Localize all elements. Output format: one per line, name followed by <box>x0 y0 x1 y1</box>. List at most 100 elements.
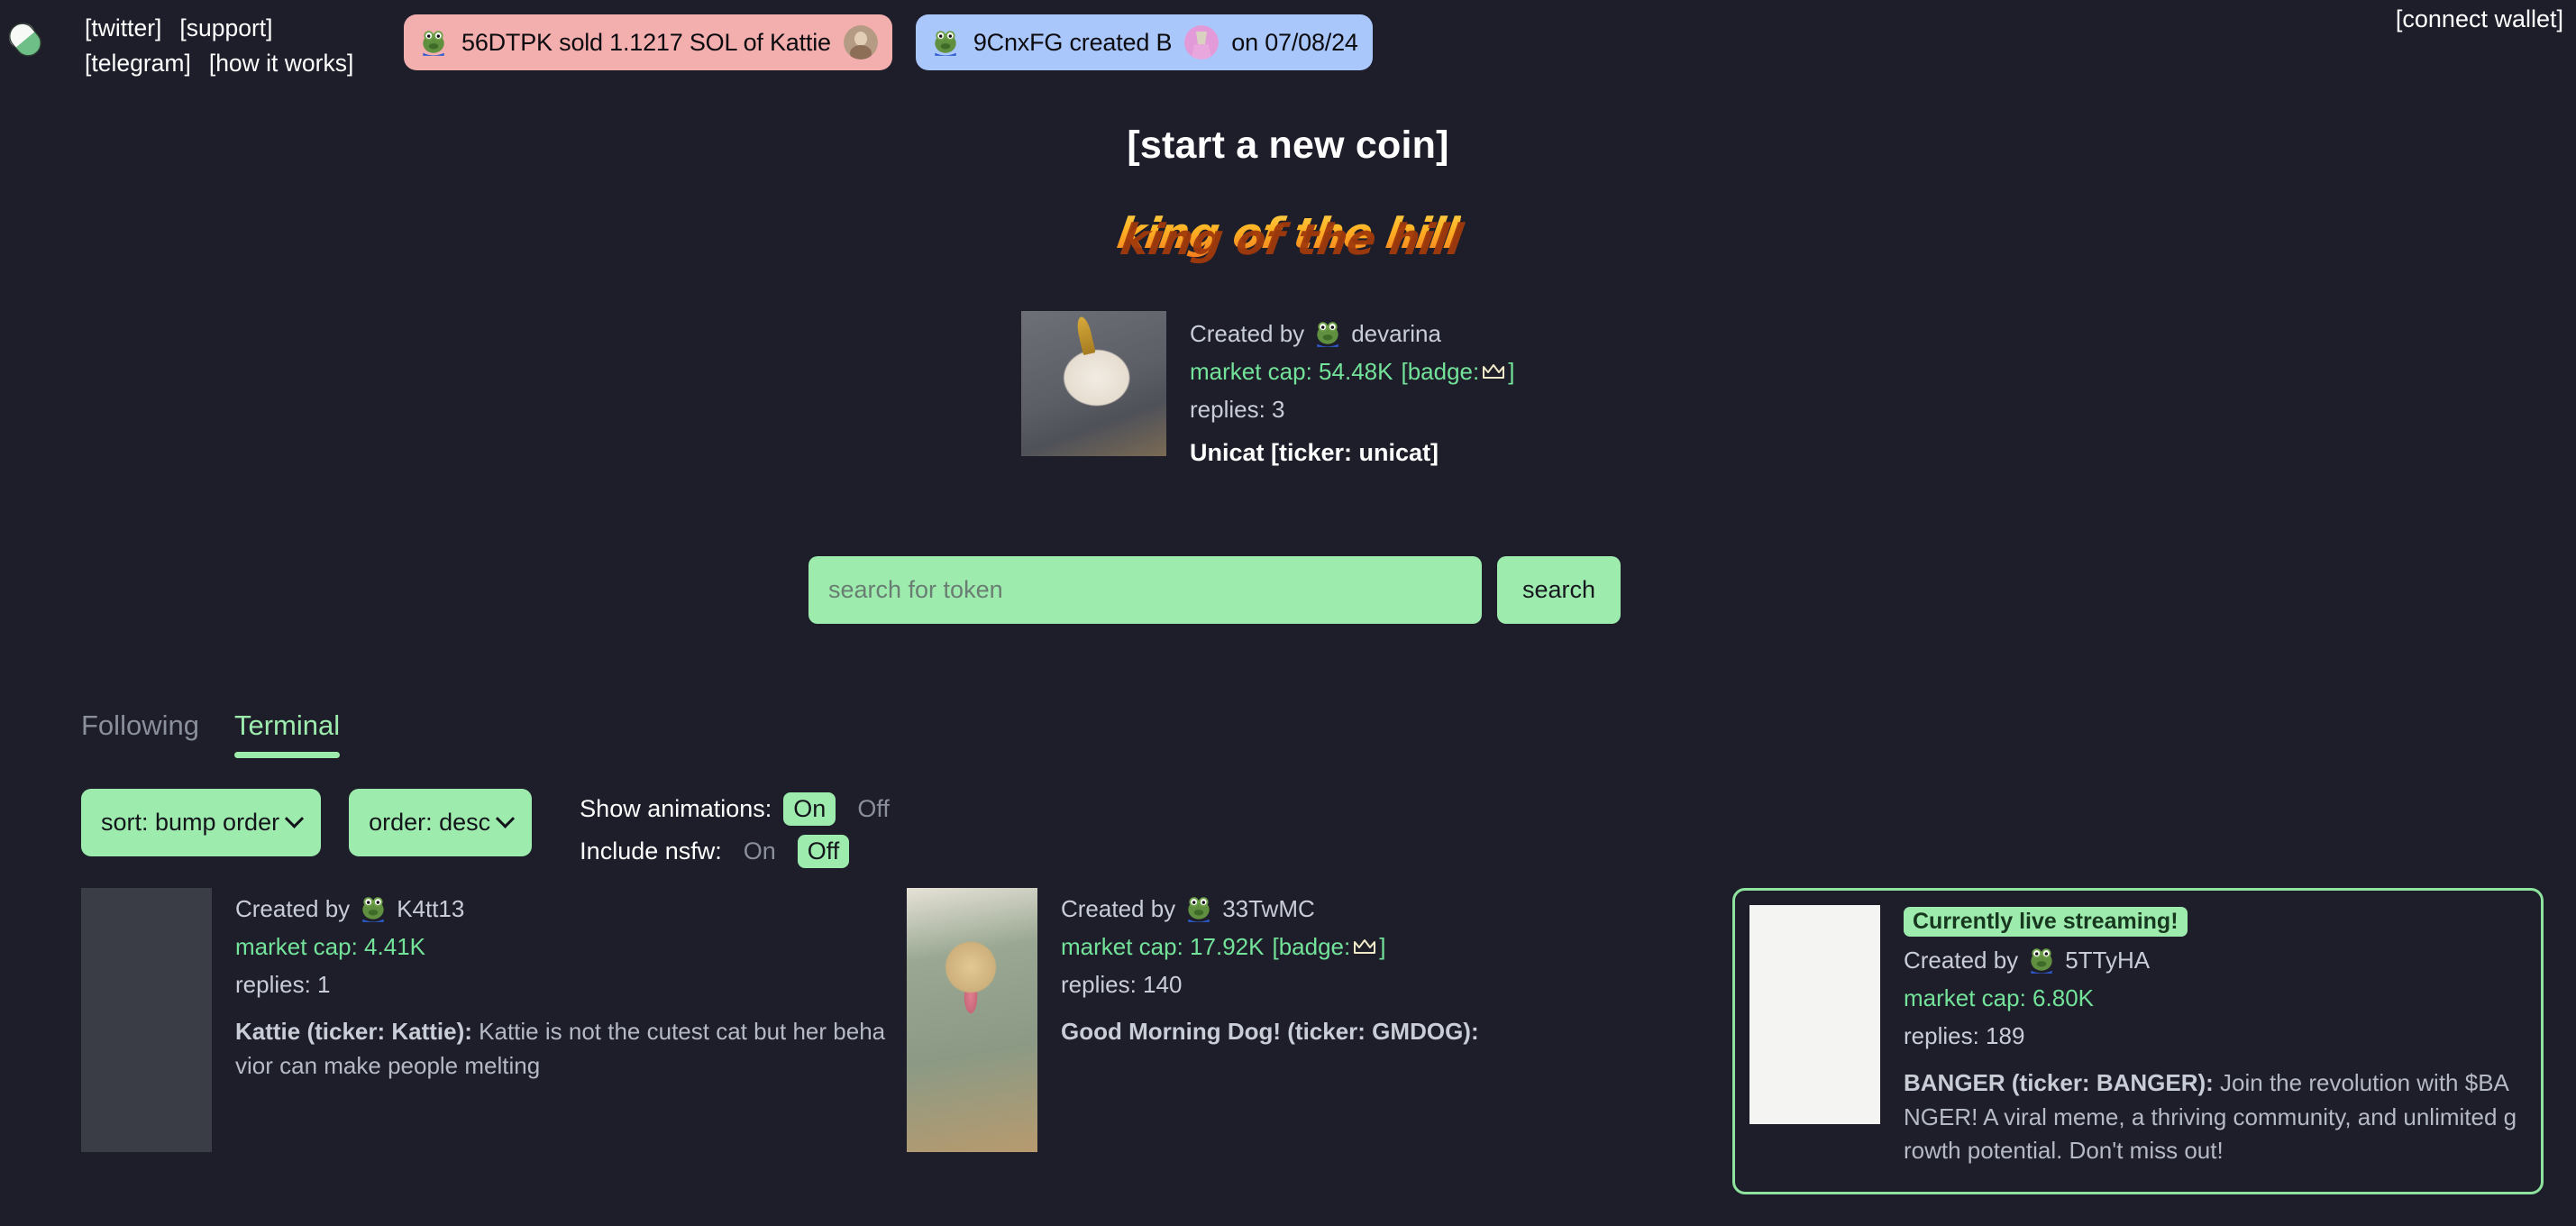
coin-body: Currently live streaming! Created by 5TT… <box>1904 905 2523 1168</box>
koth-badge-close: ] <box>1508 358 1515 386</box>
coin-card[interactable]: Currently live streaming! Created by 5TT… <box>1732 888 2544 1194</box>
live-streaming-badge: Currently live streaming! <box>1904 907 2188 937</box>
coin-thumbnail <box>1749 905 1880 1124</box>
coin-description: Kattie (ticker: Kattie): Kattie is not t… <box>235 1015 892 1083</box>
coin-thumb-icon <box>1184 25 1219 59</box>
top-bar: [twitter] [support] [telegram] [how it w… <box>0 0 2576 79</box>
kitten-photo <box>81 888 212 1152</box>
activity-pill-sold-thumb <box>843 25 878 59</box>
coin-created-by-label: Created by <box>1061 895 1176 922</box>
koth-coin-thumbnail <box>1021 311 1166 456</box>
show-animations-label: Show animations: <box>580 795 772 822</box>
chevron-down-icon <box>284 809 305 828</box>
coin-badge-open: [badge: <box>1272 933 1351 961</box>
king-of-the-hill-card[interactable]: Created by devarina market cap: 54.48K [… <box>1021 311 1514 467</box>
show-animations-off-option[interactable]: Off <box>847 792 900 826</box>
nav-link-telegram[interactable]: [telegram] <box>85 46 191 81</box>
coin-creator-name[interactable]: 33TwMC <box>1222 890 1315 928</box>
include-nsfw-on-option[interactable]: On <box>734 835 786 868</box>
search-input[interactable] <box>808 556 1482 624</box>
order-select-label: order: desc <box>369 809 491 836</box>
coin-created-by-label: Created by <box>235 895 351 922</box>
koth-market-cap-row: market cap: 54.48K [badge: ] <box>1190 352 1514 390</box>
koth-coin-meta: Created by devarina market cap: 54.48K [… <box>1190 311 1514 467</box>
nav-row-2: [telegram] [how it works] <box>85 46 391 81</box>
frog-avatar-icon <box>1317 322 1338 347</box>
show-animations-on-option[interactable]: On <box>783 792 836 826</box>
king-of-the-hill-header: king of the hill <box>0 209 2576 259</box>
start-a-new-coin-link[interactable]: [start a new coin] <box>0 124 2576 168</box>
filter-controls: sort: bump order order: desc Show animat… <box>81 789 900 868</box>
toggle-group: Show animations: On Off Include nsfw: On… <box>580 792 900 868</box>
crown-icon <box>1354 939 1376 955</box>
koth-badge-open: [badge: <box>1401 358 1480 386</box>
activity-pill-sold-text: 56DTPK sold 1.1217 SOL of Kattie <box>461 28 831 56</box>
coin-creator-name[interactable]: 5TTyHA <box>2065 941 2150 979</box>
order-select[interactable]: order: desc <box>349 789 533 856</box>
coin-creator-name[interactable]: K4tt13 <box>397 890 464 928</box>
coin-description: Good Morning Dog! (ticker: GMDOG): <box>1061 1015 1718 1048</box>
coin-replies: replies: 189 <box>1904 1022 2025 1050</box>
coin-created-by-row: Created by 33TwMC <box>1061 890 1718 928</box>
crown-icon <box>1483 364 1505 380</box>
nav-row-1: [twitter] [support] <box>85 11 391 46</box>
coin-market-cap: market cap: 6.80K <box>1904 984 2094 1012</box>
sort-select-label: sort: bump order <box>101 809 280 836</box>
coin-grid: Created by K4tt13 market cap: 4.41K repl… <box>81 888 2544 1194</box>
search-button[interactable]: search <box>1497 556 1621 624</box>
elephant-photo <box>1749 905 1880 1124</box>
include-nsfw-label: Include nsfw: <box>580 837 722 865</box>
koth-replies: replies: 3 <box>1190 396 1285 424</box>
pill-capsule-icon <box>9 23 41 57</box>
activity-pill-created-thumb <box>1184 25 1219 59</box>
activity-pill-sold[interactable]: 56DTPK sold 1.1217 SOL of Kattie <box>404 14 892 70</box>
connect-wallet-button[interactable]: [connect wallet] <box>2396 5 2563 33</box>
coin-card[interactable]: Created by K4tt13 market cap: 4.41K repl… <box>81 888 892 1194</box>
frog-avatar-icon <box>423 31 444 56</box>
coin-thumb-icon <box>843 25 878 59</box>
coin-market-cap-row: market cap: 4.41K <box>235 928 892 965</box>
show-animations-row: Show animations: On Off <box>580 792 900 826</box>
nav-link-twitter[interactable]: [twitter] <box>85 11 161 46</box>
koth-creator-name[interactable]: devarina <box>1351 315 1441 352</box>
activity-pill-created-text: 9CnxFG created B <box>973 28 1173 56</box>
unicat-photo <box>1021 311 1166 456</box>
coin-body: Created by K4tt13 market cap: 4.41K repl… <box>235 888 892 1194</box>
coin-title: Kattie (ticker: Kattie): <box>235 1018 472 1046</box>
coin-created-by-label: Created by <box>1904 947 2019 974</box>
coin-replies: replies: 1 <box>235 971 331 999</box>
nav-link-support[interactable]: [support] <box>179 11 272 46</box>
frog-avatar-icon <box>362 897 384 922</box>
coin-card[interactable]: Created by 33TwMC market cap: 17.92K [ba… <box>907 888 1718 1194</box>
tab-following[interactable]: Following <box>81 709 199 758</box>
coin-created-by-row: Created by 5TTyHA <box>1904 941 2523 979</box>
coin-title: BANGER (ticker: BANGER): <box>1904 1069 2214 1097</box>
coin-market-cap-row: market cap: 17.92K [badge: ] <box>1061 928 1718 965</box>
feed-tabs: Following Terminal <box>81 709 341 758</box>
search-bar: search <box>808 556 1621 624</box>
coin-body: Created by 33TwMC market cap: 17.92K [ba… <box>1061 888 1718 1194</box>
activity-pill-created[interactable]: 9CnxFG created B on 07/08/24 <box>915 14 1373 70</box>
coin-created-by-row: Created by K4tt13 <box>235 890 892 928</box>
nav-link-how-it-works[interactable]: [how it works] <box>209 46 354 81</box>
coin-thumbnail <box>907 888 1037 1152</box>
coin-description: BANGER (ticker: BANGER): Join the revolu… <box>1904 1066 2523 1167</box>
coin-market-cap-row: market cap: 6.80K <box>1904 979 2523 1017</box>
tab-terminal[interactable]: Terminal <box>233 709 341 758</box>
king-of-the-hill-title: king of the hill <box>1113 209 1463 259</box>
sort-select[interactable]: sort: bump order <box>81 789 322 856</box>
site-logo[interactable] <box>0 13 50 67</box>
include-nsfw-row: Include nsfw: On Off <box>580 835 900 868</box>
koth-created-by-label: Created by <box>1190 320 1305 347</box>
coin-badge-close: ] <box>1379 933 1386 961</box>
include-nsfw-off-option[interactable]: Off <box>797 835 850 868</box>
coin-title: Good Morning Dog! (ticker: GMDOG): <box>1061 1018 1479 1046</box>
koth-created-by-row: Created by devarina <box>1190 315 1514 352</box>
coin-thumbnail <box>81 888 212 1152</box>
nav-links: [twitter] [support] [telegram] [how it w… <box>85 11 391 81</box>
coin-market-cap: market cap: 17.92K <box>1061 933 1265 961</box>
frog-avatar-icon <box>1188 897 1210 922</box>
dog-photo <box>907 888 1037 1152</box>
chevron-down-icon <box>496 809 516 828</box>
frog-avatar-icon <box>935 31 956 56</box>
